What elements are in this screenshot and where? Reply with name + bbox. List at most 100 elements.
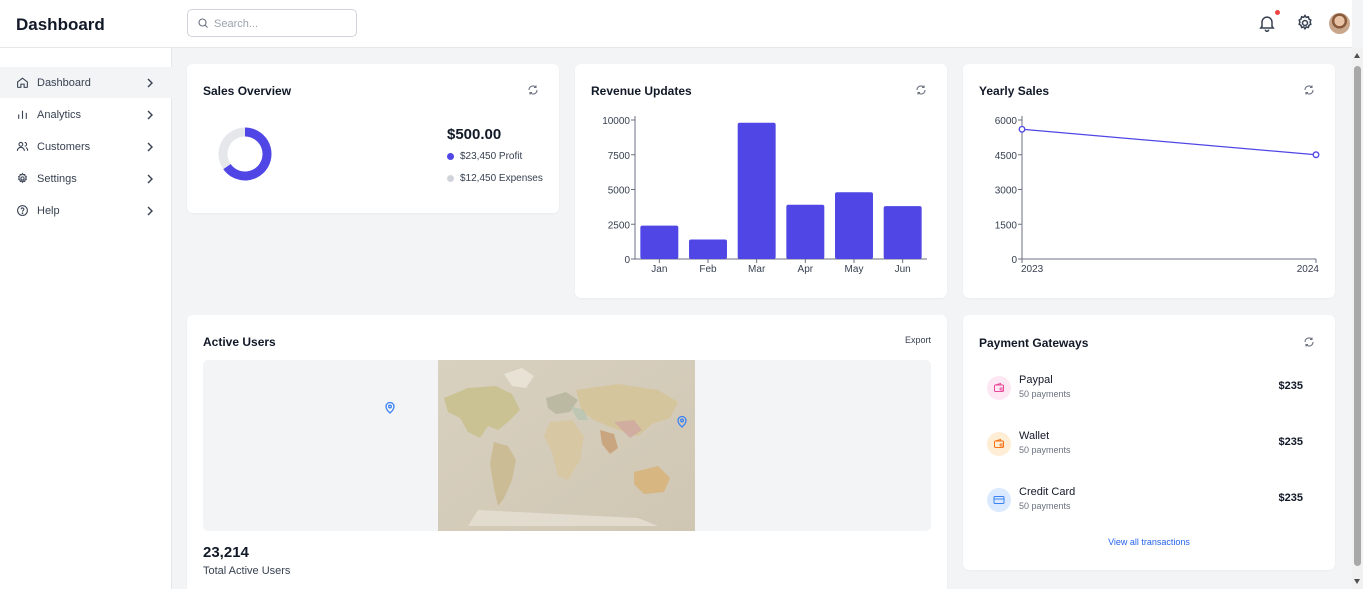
scrollbar-thumb[interactable] <box>1354 66 1361 566</box>
y-tick-label: 2500 <box>608 220 631 231</box>
search-input[interactable] <box>214 15 349 32</box>
bar-jun <box>883 206 922 259</box>
x-tick-label: Jun <box>895 264 911 275</box>
top-bar: Dashboard <box>0 0 1352 48</box>
map-pin-icon[interactable] <box>385 402 395 414</box>
expenses-label: $12,450 Expenses <box>460 173 543 184</box>
yearly-line-chart: 0 1500 3000 4500 6000 2023 2024 <box>995 116 1320 275</box>
bar-mar <box>737 122 776 259</box>
help-circle-icon <box>17 205 28 216</box>
card-title: Active Users <box>203 335 276 349</box>
payment-row-wallet[interactable]: Wallet 50 payments $235 <box>979 428 1311 468</box>
sidebar-item-label: Analytics <box>37 108 82 121</box>
payment-count: 50 payments <box>1019 501 1071 511</box>
x-tick-label: 2024 <box>1297 264 1320 275</box>
chevron-right-icon <box>147 142 153 151</box>
y-tick-label: 6000 <box>995 116 1018 127</box>
refresh-icon[interactable] <box>1303 336 1315 348</box>
sidebar-item-analytics[interactable]: Analytics <box>0 99 172 130</box>
sales-amount: $500.00 <box>447 126 502 143</box>
payment-amount: $235 <box>1278 380 1303 392</box>
y-tick-label: 7500 <box>608 151 631 162</box>
payment-amount: $235 <box>1278 492 1303 504</box>
refresh-icon[interactable] <box>527 84 539 96</box>
page-scrollbar[interactable] <box>1352 48 1363 589</box>
sales-line <box>1021 128 1317 156</box>
x-tick-label: May <box>845 264 864 275</box>
scroll-up-arrow[interactable] <box>1354 53 1360 58</box>
app-title: Dashboard <box>16 15 105 34</box>
payment-name: Credit Card <box>1019 486 1076 498</box>
sidebar-item-help[interactable]: Help <box>0 195 172 226</box>
sidebar-item-label: Customers <box>37 140 91 153</box>
donut-slice-expenses <box>218 127 246 170</box>
payment-gateways-card: Payment Gateways Paypal 50 payments $235… <box>963 315 1335 570</box>
bar-jan <box>640 225 679 259</box>
wallet-icon <box>994 382 1004 392</box>
y-tick-label: 3000 <box>995 186 1018 197</box>
x-tick-label: Mar <box>748 264 766 275</box>
profit-legend: $23,450 Profit <box>447 151 522 162</box>
sales-donut-chart <box>218 127 272 181</box>
bar-apr <box>786 204 825 259</box>
gear-icon[interactable] <box>1295 13 1315 33</box>
sidebar-item-settings[interactable]: Settings <box>0 163 172 194</box>
map-pin-icon[interactable] <box>677 416 687 428</box>
active-users-label: Total Active Users <box>203 565 291 577</box>
sidebar-item-label: Dashboard <box>37 76 91 89</box>
payment-count: 50 payments <box>1019 445 1071 455</box>
expenses-legend: $12,450 Expenses <box>447 173 543 184</box>
yearly-sales-card: Yearly Sales 0 1500 3000 4500 6000 2023 2024 <box>963 64 1335 298</box>
wallet-icon-badge <box>987 432 1011 456</box>
credit-card-icon-badge <box>987 488 1011 512</box>
y-tick-label: 5000 <box>608 186 631 197</box>
x-tick-label: Apr <box>798 264 814 275</box>
view-all-transactions-link[interactable]: View all transactions <box>963 537 1335 547</box>
sidebar-item-label: Help <box>37 204 60 217</box>
y-tick-label: 4500 <box>995 151 1018 162</box>
gear-icon <box>18 172 27 184</box>
sidebar-item-dashboard[interactable]: Dashboard <box>0 67 172 98</box>
users-icon <box>16 141 29 151</box>
chevron-right-icon <box>147 78 153 87</box>
data-point-2023 <box>1018 125 1026 133</box>
data-point-2024 <box>1312 151 1320 159</box>
world-map <box>203 360 931 531</box>
world-map-image <box>438 360 695 531</box>
payment-count: 50 payments <box>1019 389 1071 399</box>
chevron-right-icon <box>147 206 153 215</box>
bar-chart-icon <box>18 110 27 119</box>
payment-row-paypal[interactable]: Paypal 50 payments $235 <box>979 372 1311 412</box>
profit-label: $23,450 Profit <box>460 151 523 162</box>
card-title: Payment Gateways <box>979 336 1089 350</box>
scroll-down-arrow[interactable] <box>1354 579 1360 584</box>
notification-badge <box>1275 10 1280 15</box>
bar-feb <box>689 239 727 259</box>
paypal-icon-badge <box>987 376 1011 400</box>
sidebar-item-customers[interactable]: Customers <box>0 131 172 162</box>
home-icon <box>17 77 28 88</box>
sales-overview-card: Sales Overview $500.00 $23,450 Profit $1… <box>187 64 559 213</box>
credit-card-icon <box>993 496 1005 504</box>
payment-name: Paypal <box>1019 374 1053 386</box>
bar-may <box>835 192 873 259</box>
wallet-icon <box>994 438 1004 448</box>
x-tick-label: Jan <box>651 264 667 275</box>
active-users-card: Active Users Export 23,214 Total Active … <box>187 315 947 589</box>
revenue-bar-chart: 0 2500 5000 7500 10000 Jan Feb Mar Apr May Jun <box>602 116 927 275</box>
y-tick-label: 1500 <box>995 220 1018 231</box>
payment-row-credit-card[interactable]: Credit Card 50 payments $235 <box>979 484 1311 524</box>
revenue-updates-card: Revenue Updates 0 2500 5000 7500 10000 Jan Feb… <box>575 64 947 298</box>
y-tick-label: 10000 <box>602 116 630 127</box>
x-tick-label: Feb <box>699 264 717 275</box>
card-title: Sales Overview <box>203 84 292 98</box>
bell-icon[interactable] <box>1257 13 1277 33</box>
avatar[interactable] <box>1329 13 1350 34</box>
search-box[interactable] <box>187 9 357 37</box>
chevron-right-icon <box>147 110 153 119</box>
export-button[interactable]: Export <box>905 335 931 345</box>
chevron-right-icon <box>147 174 153 183</box>
search-icon <box>198 18 208 28</box>
y-tick-label: 0 <box>1011 255 1017 266</box>
expenses-legend-dot <box>447 175 454 182</box>
